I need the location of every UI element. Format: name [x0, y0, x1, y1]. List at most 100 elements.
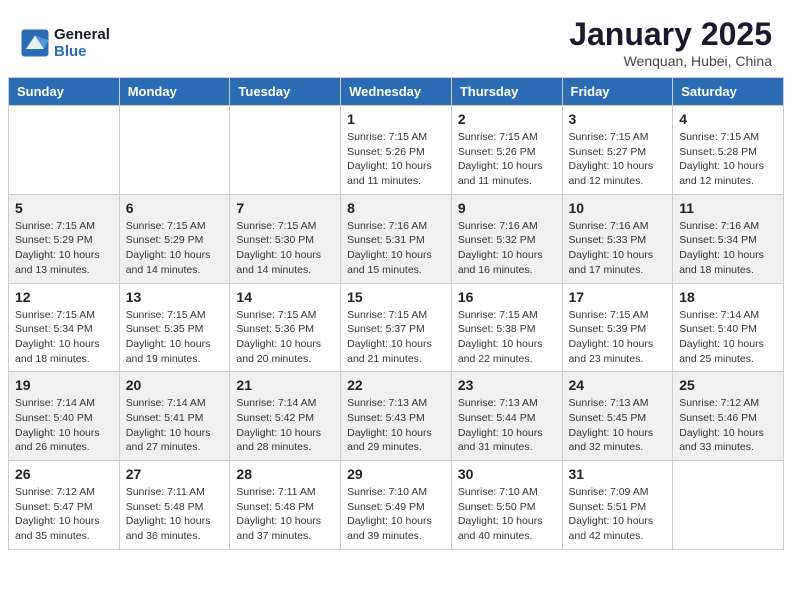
day-number: 16 — [458, 289, 556, 305]
day-info: Sunrise: 7:15 AM Sunset: 5:35 PM Dayligh… — [126, 308, 224, 367]
day-number: 2 — [458, 111, 556, 127]
calendar-cell: 25 Sunrise: 7:12 AM Sunset: 5:46 PM Dayli… — [673, 372, 784, 461]
day-number: 12 — [15, 289, 113, 305]
calendar-cell: 16 Sunrise: 7:15 AM Sunset: 5:38 PM Dayli… — [451, 283, 562, 372]
day-info: Sunrise: 7:16 AM Sunset: 5:32 PM Dayligh… — [458, 219, 556, 278]
day-info: Sunrise: 7:15 AM Sunset: 5:34 PM Dayligh… — [15, 308, 113, 367]
day-number: 21 — [236, 377, 334, 393]
day-number: 7 — [236, 200, 334, 216]
day-info: Sunrise: 7:15 AM Sunset: 5:37 PM Dayligh… — [347, 308, 445, 367]
calendar-cell — [119, 106, 230, 195]
weekday-header: Tuesday — [230, 78, 341, 106]
page-header: General Blue January 2025 Wenquan, Hubei… — [0, 0, 792, 77]
day-info: Sunrise: 7:12 AM Sunset: 5:47 PM Dayligh… — [15, 485, 113, 544]
calendar-cell: 23 Sunrise: 7:13 AM Sunset: 5:44 PM Dayli… — [451, 372, 562, 461]
day-number: 8 — [347, 200, 445, 216]
day-number: 28 — [236, 466, 334, 482]
day-info: Sunrise: 7:13 AM Sunset: 5:43 PM Dayligh… — [347, 396, 445, 455]
day-number: 15 — [347, 289, 445, 305]
calendar-cell: 8Sunrise: 7:16 AM Sunset: 5:31 PM Daylig… — [341, 194, 452, 283]
day-info: Sunrise: 7:13 AM Sunset: 5:44 PM Dayligh… — [458, 396, 556, 455]
day-info: Sunrise: 7:15 AM Sunset: 5:30 PM Dayligh… — [236, 219, 334, 278]
weekday-header: Friday — [562, 78, 673, 106]
calendar-cell: 13Sunrise: 7:15 AM Sunset: 5:35 PM Dayli… — [119, 283, 230, 372]
calendar-cell: 30 Sunrise: 7:10 AM Sunset: 5:50 PM Dayli… — [451, 461, 562, 550]
calendar-cell — [673, 461, 784, 550]
day-number: 11 — [679, 200, 777, 216]
day-number: 17 — [569, 289, 667, 305]
calendar-cell: 11 Sunrise: 7:16 AM Sunset: 5:34 PM Dayli… — [673, 194, 784, 283]
day-info: Sunrise: 7:15 AM Sunset: 5:26 PM Dayligh… — [458, 130, 556, 189]
calendar-cell: 10 Sunrise: 7:16 AM Sunset: 5:33 PM Dayli… — [562, 194, 673, 283]
calendar-cell: 2 Sunrise: 7:15 AM Sunset: 5:26 PM Daylig… — [451, 106, 562, 195]
day-info: Sunrise: 7:16 AM Sunset: 5:33 PM Dayligh… — [569, 219, 667, 278]
day-number: 29 — [347, 466, 445, 482]
calendar-cell: 12 Sunrise: 7:15 AM Sunset: 5:34 PM Dayli… — [9, 283, 120, 372]
day-number: 18 — [679, 289, 777, 305]
day-info: Sunrise: 7:15 AM Sunset: 5:29 PM Dayligh… — [15, 219, 113, 278]
calendar-cell: 19Sunrise: 7:14 AM Sunset: 5:40 PM Dayli… — [9, 372, 120, 461]
calendar-cell — [230, 106, 341, 195]
week-row: 5 Sunrise: 7:15 AM Sunset: 5:29 PM Daylig… — [9, 194, 784, 283]
day-number: 3 — [569, 111, 667, 127]
day-info: Sunrise: 7:13 AM Sunset: 5:45 PM Dayligh… — [569, 396, 667, 455]
month-title: January 2025 — [569, 16, 772, 53]
day-number: 1 — [347, 111, 445, 127]
day-number: 25 — [679, 377, 777, 393]
day-info: Sunrise: 7:15 AM Sunset: 5:27 PM Dayligh… — [569, 130, 667, 189]
day-info: Sunrise: 7:15 AM Sunset: 5:36 PM Dayligh… — [236, 308, 334, 367]
day-info: Sunrise: 7:12 AM Sunset: 5:46 PM Dayligh… — [679, 396, 777, 455]
calendar-cell: 15 Sunrise: 7:15 AM Sunset: 5:37 PM Dayli… — [341, 283, 452, 372]
day-info: Sunrise: 7:09 AM Sunset: 5:51 PM Dayligh… — [569, 485, 667, 544]
day-info: Sunrise: 7:14 AM Sunset: 5:40 PM Dayligh… — [15, 396, 113, 455]
week-row: 1 Sunrise: 7:15 AM Sunset: 5:26 PM Daylig… — [9, 106, 784, 195]
weekday-header: Thursday — [451, 78, 562, 106]
calendar-cell: 31 Sunrise: 7:09 AM Sunset: 5:51 PM Dayli… — [562, 461, 673, 550]
week-row: 26 Sunrise: 7:12 AM Sunset: 5:47 PM Dayli… — [9, 461, 784, 550]
day-number: 22 — [347, 377, 445, 393]
day-info: Sunrise: 7:16 AM Sunset: 5:34 PM Dayligh… — [679, 219, 777, 278]
calendar-cell: 3 Sunrise: 7:15 AM Sunset: 5:27 PM Daylig… — [562, 106, 673, 195]
header-row: SundayMondayTuesdayWednesdayThursdayFrid… — [9, 78, 784, 106]
logo-icon — [20, 28, 50, 58]
day-number: 6 — [126, 200, 224, 216]
day-number: 14 — [236, 289, 334, 305]
weekday-header: Monday — [119, 78, 230, 106]
day-number: 20 — [126, 377, 224, 393]
logo: General Blue — [20, 26, 110, 60]
day-info: Sunrise: 7:14 AM Sunset: 5:40 PM Dayligh… — [679, 308, 777, 367]
day-number: 30 — [458, 466, 556, 482]
location: Wenquan, Hubei, China — [569, 53, 772, 69]
day-number: 24 — [569, 377, 667, 393]
week-row: 19Sunrise: 7:14 AM Sunset: 5:40 PM Dayli… — [9, 372, 784, 461]
day-number: 9 — [458, 200, 556, 216]
day-number: 26 — [15, 466, 113, 482]
calendar-cell: 6Sunrise: 7:15 AM Sunset: 5:29 PM Daylig… — [119, 194, 230, 283]
day-info: Sunrise: 7:14 AM Sunset: 5:42 PM Dayligh… — [236, 396, 334, 455]
day-number: 31 — [569, 466, 667, 482]
day-info: Sunrise: 7:15 AM Sunset: 5:28 PM Dayligh… — [679, 130, 777, 189]
calendar-cell: 27Sunrise: 7:11 AM Sunset: 5:48 PM Dayli… — [119, 461, 230, 550]
calendar-cell: 26 Sunrise: 7:12 AM Sunset: 5:47 PM Dayli… — [9, 461, 120, 550]
calendar-cell: 20 Sunrise: 7:14 AM Sunset: 5:41 PM Dayli… — [119, 372, 230, 461]
calendar-cell: 24 Sunrise: 7:13 AM Sunset: 5:45 PM Dayli… — [562, 372, 673, 461]
weekday-header: Wednesday — [341, 78, 452, 106]
day-info: Sunrise: 7:14 AM Sunset: 5:41 PM Dayligh… — [126, 396, 224, 455]
calendar-cell: 4Sunrise: 7:15 AM Sunset: 5:28 PM Daylig… — [673, 106, 784, 195]
day-number: 5 — [15, 200, 113, 216]
weekday-header: Sunday — [9, 78, 120, 106]
calendar-cell: 22 Sunrise: 7:13 AM Sunset: 5:43 PM Dayli… — [341, 372, 452, 461]
calendar-wrapper: SundayMondayTuesdayWednesdayThursdayFrid… — [0, 77, 792, 558]
calendar-cell: 5 Sunrise: 7:15 AM Sunset: 5:29 PM Daylig… — [9, 194, 120, 283]
day-info: Sunrise: 7:15 AM Sunset: 5:38 PM Dayligh… — [458, 308, 556, 367]
calendar-cell: 21 Sunrise: 7:14 AM Sunset: 5:42 PM Dayli… — [230, 372, 341, 461]
calendar-cell: 7 Sunrise: 7:15 AM Sunset: 5:30 PM Daylig… — [230, 194, 341, 283]
calendar-cell: 14 Sunrise: 7:15 AM Sunset: 5:36 PM Dayli… — [230, 283, 341, 372]
logo-text: General Blue — [54, 26, 110, 60]
day-number: 23 — [458, 377, 556, 393]
day-number: 10 — [569, 200, 667, 216]
title-block: January 2025 Wenquan, Hubei, China — [569, 16, 772, 69]
day-info: Sunrise: 7:10 AM Sunset: 5:50 PM Dayligh… — [458, 485, 556, 544]
day-info: Sunrise: 7:15 AM Sunset: 5:26 PM Dayligh… — [347, 130, 445, 189]
calendar-cell: 17Sunrise: 7:15 AM Sunset: 5:39 PM Dayli… — [562, 283, 673, 372]
